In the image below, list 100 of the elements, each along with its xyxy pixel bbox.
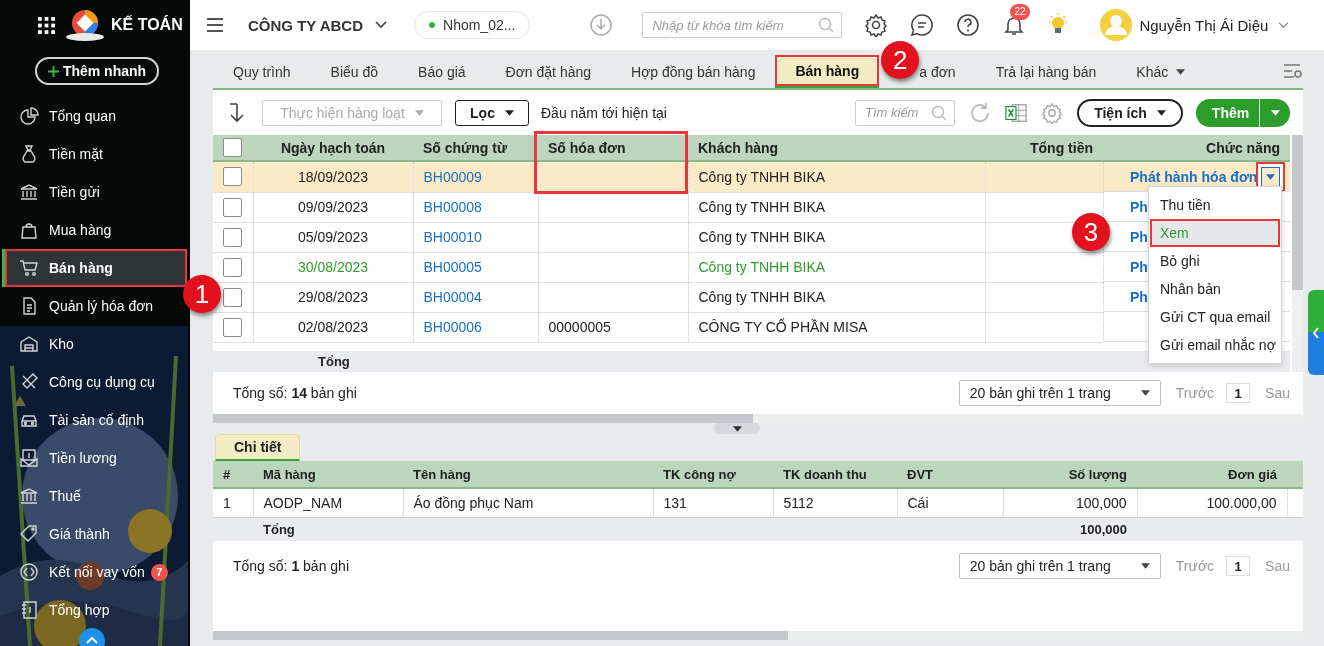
sidebar-item[interactable]: Bán hàng [2,249,187,287]
checkbox[interactable] [223,197,242,217]
sidebar-item[interactable]: Tổng quan [2,97,187,135]
column-header[interactable]: Mã hàng [253,461,403,488]
refresh-icon[interactable] [969,101,991,124]
column-header[interactable]: TK doanh thu [773,461,897,488]
tab[interactable]: Khác [1116,55,1206,88]
cart-icon [19,258,39,278]
column-header[interactable]: Số hóa đơn [538,135,688,161]
menu-item[interactable]: Gửi email nhắc nợ [1150,331,1280,359]
sidebar-item[interactable]: Kho [2,325,187,363]
checkbox[interactable] [223,317,242,337]
column-settings-icon[interactable] [1283,63,1303,79]
action-link[interactable]: Ph [1130,258,1148,275]
sidebar-item-label: Giá thành [49,526,110,542]
sidebar-item[interactable]: Tài sản cố định [2,401,187,439]
column-header[interactable]: Tên hàng [403,461,653,488]
voucher-link[interactable]: BH00005 [423,259,482,275]
column-header[interactable]: Số lượng [1003,461,1137,488]
voucher-link[interactable]: BH00008 [423,199,482,215]
sidebar-item-label: Tiền mặt [49,146,103,162]
sidebar-item[interactable]: Công cụ dụng cụ [2,363,187,401]
quick-add-button[interactable]: Thêm nhanh [35,57,159,85]
page-size-select[interactable]: 20 bản ghi trên 1 trang [958,380,1161,406]
excel-icon[interactable] [1005,101,1027,124]
tab[interactable]: Trả lại hàng bán [975,55,1117,88]
column-header[interactable]: Khách hàng [688,135,985,161]
table-cell: 00000005 [538,312,688,342]
sidebar-item[interactable]: Mua hàng [2,211,187,249]
sidebar-item[interactable]: Tiền lương [2,439,187,477]
column-header[interactable]: Đơn giá [1137,461,1287,488]
caret-down-icon [1176,68,1186,75]
caret-down-icon [1156,109,1166,116]
sidebar-item[interactable]: Tiền mặt [2,135,187,173]
page-number[interactable]: 1 [1226,383,1251,403]
download-icon[interactable] [590,14,613,36]
tab[interactable]: Bán hàng [775,55,880,88]
checkbox[interactable] [223,167,242,187]
help-icon[interactable] [956,13,981,37]
filter-button[interactable]: Lọc [455,99,529,126]
menu-item[interactable]: Gửi CT qua email [1150,303,1280,331]
action-link[interactable]: Ph [1130,228,1148,245]
column-header[interactable]: # [213,461,253,488]
utilities-button[interactable]: Tiện ích [1077,98,1183,127]
chat-icon[interactable] [910,13,935,37]
side-panel-toggle[interactable] [1308,290,1324,375]
column-header[interactable]: Chức năng [1103,135,1290,161]
splitter-handle[interactable] [714,423,760,434]
tab[interactable]: Biểu đồ [310,55,399,88]
scrollbar[interactable] [213,631,1303,640]
search-field[interactable]: Tìm kiếm [855,99,955,126]
sidebar-item[interactable]: Thuế [2,477,187,515]
user-name[interactable]: Nguyễn Thị Ái Diệu [1139,16,1269,34]
table-cell: 05/09/2023 [253,222,413,252]
tab[interactable]: Hợp đồng bán hàng [611,55,776,88]
action-link[interactable]: Ph [1130,288,1148,305]
settings-icon[interactable] [864,13,889,37]
company-selector[interactable]: CÔNG TY ABCD [248,16,387,34]
page-number[interactable]: 1 [1226,556,1251,576]
table-cell: Công ty TNHH BIKA [688,192,985,222]
voucher-link[interactable]: BH00010 [423,229,482,245]
menu-item[interactable]: Thu tiền [1150,191,1280,219]
menu-item[interactable]: Nhân bản [1150,275,1280,303]
scrollbar[interactable] [1292,135,1303,372]
column-header[interactable]: Ngày hạch toán [253,135,413,161]
sidebar-item[interactable]: Tổng hợp [2,591,187,629]
sidebar-item[interactable]: Giá thành [2,515,187,553]
tab[interactable]: Đơn đặt hàng [485,55,612,88]
column-header[interactable]: ĐVT [897,461,1003,488]
table-cell: Công ty TNHH BIKA [688,282,985,312]
sidebar-item-label: Tổng hợp [49,602,110,618]
sort-icon[interactable] [228,102,246,123]
column-header[interactable]: TK công nợ [653,461,773,488]
tab[interactable]: Quy trình [213,55,311,88]
tab[interactable]: Báo giá [398,55,486,88]
sidebar-item[interactable]: Kết nối vay vốn 7 [2,553,187,591]
add-menu-button[interactable] [1260,98,1290,127]
checkbox[interactable] [223,138,242,157]
tab[interactable]: a đơn [919,55,976,88]
menu-icon[interactable] [207,18,223,32]
apps-grid-icon[interactable] [38,16,55,34]
tab[interactable]: Chi tiết [215,434,301,461]
table-cell: 18/09/2023 [253,161,413,192]
voucher-link[interactable]: BH00006 [423,319,482,335]
table-cell: Công ty TNHH BIKA [688,161,985,192]
voucher-link[interactable]: BH00004 [423,289,482,305]
menu-item[interactable]: Bỏ ghi [1150,247,1280,275]
checkbox[interactable] [223,287,242,307]
sidebar-item[interactable]: Tiền gửi [2,173,187,211]
chevron-down-icon[interactable] [1278,21,1290,29]
checkbox[interactable] [223,227,242,247]
column-header[interactable]: Số chứng từ [413,135,538,161]
scrollbar[interactable] [213,414,1303,423]
add-button[interactable]: Thêm [1196,98,1260,127]
search-field[interactable]: Nhập từ khóa tìm kiếm [642,12,843,38]
action-link[interactable]: Ph [1130,198,1148,215]
column-header[interactable]: Tổng tiền [985,135,1103,161]
total-value: 100,000 [1003,517,1137,541]
checkbox[interactable] [223,257,242,277]
page-size-select[interactable]: 20 bản ghi trên 1 trang [958,553,1161,579]
